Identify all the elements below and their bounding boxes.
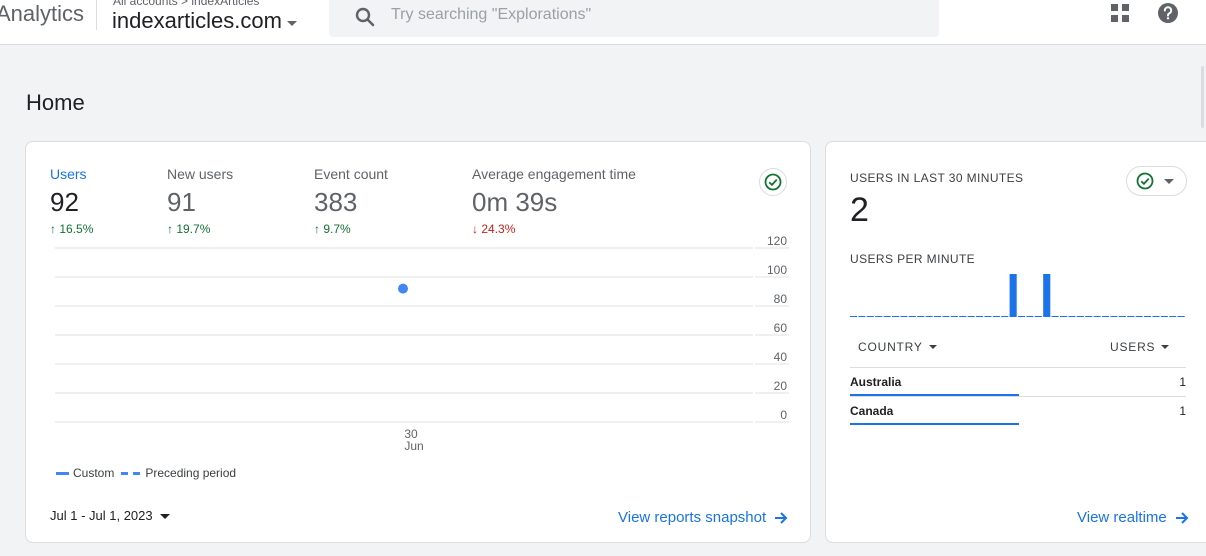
help-icon[interactable] bbox=[1157, 2, 1179, 24]
country-users: 1 bbox=[1179, 404, 1186, 418]
property-name: indexarticles.com bbox=[112, 8, 282, 33]
minute-bar bbox=[900, 316, 908, 317]
search-input[interactable] bbox=[391, 0, 911, 30]
y-tick-label: 80 bbox=[774, 292, 788, 306]
chart-legend: Custom Preceding period bbox=[56, 466, 236, 480]
overview-card: Users 92 ↑ 16.5% New users 91 ↑ 19.7% Ev… bbox=[25, 141, 811, 543]
minute-bar bbox=[1009, 274, 1017, 317]
country-share-bar bbox=[850, 423, 1019, 425]
y-tick-label: 0 bbox=[780, 408, 787, 422]
chevron-down-icon bbox=[1164, 179, 1174, 184]
date-range-selector[interactable]: Jul 1 - Jul 1, 2023 bbox=[50, 508, 170, 523]
minute-bar bbox=[1034, 316, 1042, 317]
minute-bar bbox=[1127, 316, 1135, 317]
minute-bar bbox=[850, 316, 858, 317]
caret-down-icon bbox=[928, 345, 937, 349]
realtime-heading: USERS IN LAST 30 MINUTES bbox=[850, 171, 1024, 185]
minute-bar bbox=[1001, 316, 1009, 317]
page-title: Home bbox=[26, 90, 85, 115]
minute-bar bbox=[1060, 316, 1068, 317]
search-bar[interactable] bbox=[329, 0, 939, 37]
country-name: Australia bbox=[850, 375, 902, 389]
users-chart: 12010080604020030Jun bbox=[55, 234, 789, 453]
minute-bar bbox=[917, 316, 925, 317]
minute-bar bbox=[942, 316, 950, 317]
view-reports-snapshot-link[interactable]: View reports snapshot bbox=[618, 509, 788, 526]
minute-bar bbox=[1177, 316, 1185, 317]
y-tick-label: 100 bbox=[767, 263, 787, 277]
caret-down-icon bbox=[159, 513, 170, 519]
arrow-right-icon bbox=[775, 511, 788, 524]
minute-bar bbox=[858, 316, 866, 317]
top-bar: Analytics All accounts > indexArticles i… bbox=[0, 0, 1206, 45]
realtime-users-value: 2 bbox=[850, 191, 869, 229]
x-tick-label: Jun bbox=[404, 439, 423, 453]
view-realtime-link[interactable]: View realtime bbox=[1077, 509, 1189, 526]
legend-label-preceding: Preceding period bbox=[145, 466, 237, 480]
minute-bar bbox=[1085, 316, 1093, 317]
minute-bar bbox=[1169, 316, 1177, 317]
minute-bar bbox=[1144, 316, 1152, 317]
minute-bar bbox=[1118, 316, 1126, 317]
minute-bar bbox=[908, 316, 916, 317]
users-per-minute-chart bbox=[850, 274, 1185, 317]
table-row[interactable]: Canada 1 bbox=[850, 396, 1186, 425]
scrollbar[interactable] bbox=[1201, 66, 1204, 128]
table-row[interactable]: Australia 1 bbox=[850, 367, 1186, 396]
minute-bar bbox=[1018, 316, 1026, 317]
realtime-check-selector[interactable] bbox=[1126, 166, 1187, 196]
minute-bar bbox=[883, 316, 891, 317]
caret-down-icon bbox=[1161, 345, 1170, 349]
minute-bar bbox=[1043, 274, 1051, 317]
users-column-header[interactable]: USERS bbox=[1110, 340, 1170, 354]
date-range-label: Jul 1 - Jul 1, 2023 bbox=[50, 508, 153, 523]
property-selector[interactable]: indexarticles.com bbox=[112, 8, 297, 34]
minute-bar bbox=[866, 316, 874, 317]
minute-bar bbox=[1110, 316, 1118, 317]
minute-bar bbox=[950, 316, 958, 317]
search-icon bbox=[355, 7, 375, 27]
minute-bar bbox=[976, 316, 984, 317]
minute-bar bbox=[967, 316, 975, 317]
minute-bar bbox=[1160, 316, 1168, 317]
minute-bar bbox=[925, 316, 933, 317]
minute-bar bbox=[1026, 316, 1034, 317]
breadcrumb[interactable]: All accounts > indexArticles bbox=[113, 0, 259, 8]
arrow-right-icon bbox=[1175, 511, 1189, 524]
realtime-card: USERS IN LAST 30 MINUTES 2 USERS PER MIN… bbox=[825, 141, 1206, 543]
y-tick-label: 40 bbox=[774, 350, 788, 364]
link-label: View realtime bbox=[1077, 509, 1167, 526]
users-per-minute-heading: USERS PER MINUTE bbox=[850, 252, 976, 266]
y-tick-label: 60 bbox=[774, 321, 788, 335]
minute-bar bbox=[992, 316, 1000, 317]
minute-bar bbox=[1093, 316, 1101, 317]
legend-swatch-custom bbox=[56, 471, 69, 475]
header-divider bbox=[96, 0, 97, 30]
chevron-down-icon bbox=[286, 20, 297, 26]
legend-swatch-preceding bbox=[121, 471, 141, 475]
link-label: View reports snapshot bbox=[618, 509, 767, 526]
country-column-header[interactable]: COUNTRY bbox=[858, 340, 937, 354]
apps-grid-icon[interactable] bbox=[1110, 3, 1130, 23]
country-name: Canada bbox=[850, 404, 894, 418]
y-tick-label: 120 bbox=[767, 234, 787, 248]
minute-bar bbox=[875, 316, 883, 317]
product-name[interactable]: Analytics bbox=[0, 1, 84, 27]
data-point bbox=[398, 283, 408, 294]
minute-bar bbox=[984, 316, 992, 317]
minute-bar bbox=[934, 316, 942, 317]
minute-bar bbox=[1068, 316, 1076, 317]
minute-bar bbox=[1051, 316, 1059, 317]
minute-bar bbox=[1076, 316, 1084, 317]
minute-bar bbox=[1135, 316, 1143, 317]
country-users: 1 bbox=[1179, 375, 1186, 389]
check-circle-icon bbox=[1136, 172, 1154, 190]
minute-bar bbox=[1152, 316, 1160, 317]
y-tick-label: 20 bbox=[774, 379, 788, 393]
minute-bar bbox=[1102, 316, 1110, 317]
minute-bar bbox=[959, 316, 967, 317]
legend-label-custom: Custom bbox=[73, 466, 115, 480]
minute-bar bbox=[892, 316, 900, 317]
